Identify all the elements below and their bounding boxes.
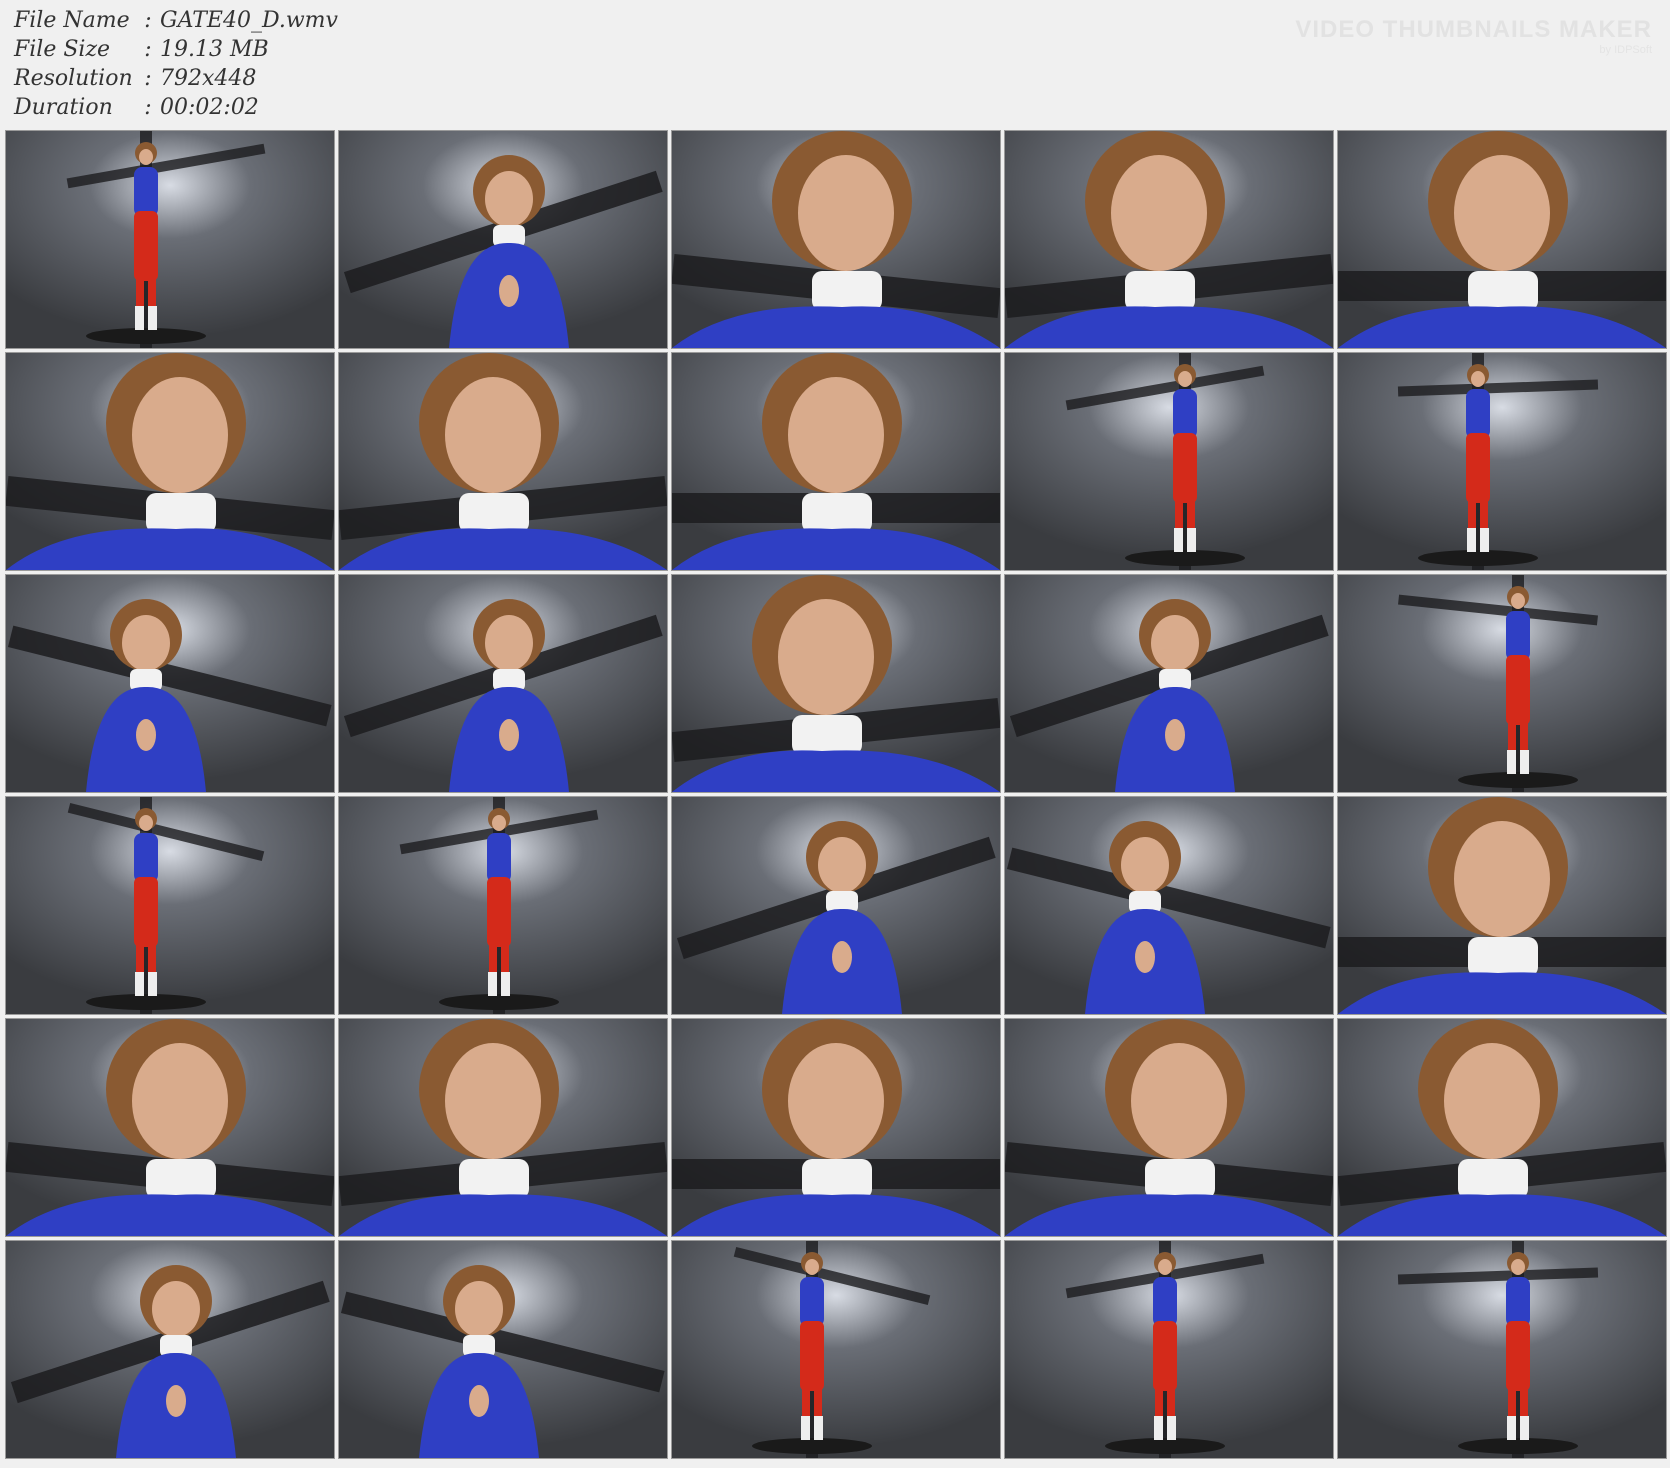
file-name-row: File Name : GATE40_D.wmv [14,6,338,35]
video-thumbnail [671,1018,1001,1237]
video-thumbnail [338,352,668,571]
resolution-value: 792x448 [160,66,257,91]
thumbnail-frame [1338,797,1666,1014]
thumbnail-frame [1338,353,1666,570]
resolution-label: Resolution [14,66,133,91]
thumbnail-frame [1338,1241,1666,1458]
watermark: VIDEO THUMBNAILS MAKER by IDPSoft [1295,18,1652,60]
thumbnail-frame [1005,575,1333,792]
thumbnail-frame [6,797,334,1014]
thumbnail-frame [1005,131,1333,348]
video-thumbnail [1337,574,1667,793]
video-thumbnail [1337,130,1667,349]
video-thumbnail [1004,352,1334,571]
thumbnail-frame [1005,1019,1333,1236]
file-info-panel: File Name : GATE40_D.wmv File Size : 19.… [14,6,338,122]
video-thumbnail [1004,130,1334,349]
file-size-value: 19.13 MB [160,37,269,62]
video-thumbnail [671,352,1001,571]
thumbnail-frame [339,1241,667,1458]
thumbnail-frame [672,131,1000,348]
thumbnail-sheet: File Name : GATE40_D.wmv File Size : 19.… [0,0,1670,1468]
watermark-sub: by IDPSoft [1599,44,1652,56]
thumbnail-grid [5,130,1667,1459]
duration-value: 00:02:02 [160,95,259,120]
video-thumbnail [5,352,335,571]
video-thumbnail [338,796,668,1015]
thumbnail-frame [339,797,667,1014]
video-thumbnail [1337,1018,1667,1237]
video-thumbnail [1337,352,1667,571]
thumbnail-frame [6,353,334,570]
file-name-value: GATE40_D.wmv [160,8,338,33]
thumbnail-frame [1005,1241,1333,1458]
video-thumbnail [671,574,1001,793]
video-thumbnail [5,1240,335,1459]
thumbnail-frame [339,1019,667,1236]
file-size-label: File Size [14,37,111,62]
watermark-title: VIDEO THUMBNAILS MAKER [1295,16,1652,43]
thumbnail-frame [1005,797,1333,1014]
thumbnail-frame [6,575,334,792]
video-thumbnail [1004,796,1334,1015]
thumbnail-frame [1338,131,1666,348]
video-thumbnail [338,1240,668,1459]
thumbnail-frame [1338,1019,1666,1236]
thumbnail-frame [6,1241,334,1458]
thumbnail-frame [672,1019,1000,1236]
video-thumbnail [5,130,335,349]
separator: : [144,95,152,120]
thumbnail-frame [672,1241,1000,1458]
separator: : [144,37,152,62]
video-thumbnail [5,574,335,793]
video-thumbnail [5,796,335,1015]
video-thumbnail [671,796,1001,1015]
thumbnail-frame [1005,353,1333,570]
video-thumbnail [1337,796,1667,1015]
thumbnail-frame [1338,575,1666,792]
video-thumbnail [1004,1018,1334,1237]
file-name-label: File Name [14,8,130,33]
separator: : [144,8,152,33]
video-thumbnail [671,1240,1001,1459]
video-thumbnail [338,574,668,793]
video-thumbnail [1004,1240,1334,1459]
separator: : [144,66,152,91]
duration-row: Duration : 00:02:02 [14,93,338,122]
thumbnail-frame [672,575,1000,792]
thumbnail-frame [6,1019,334,1236]
thumbnail-frame [672,353,1000,570]
video-thumbnail [1004,574,1334,793]
video-thumbnail [338,1018,668,1237]
thumbnail-frame [339,131,667,348]
video-thumbnail [5,1018,335,1237]
video-thumbnail [671,130,1001,349]
video-thumbnail [1337,1240,1667,1459]
video-thumbnail [338,130,668,349]
thumbnail-frame [339,575,667,792]
resolution-row: Resolution : 792x448 [14,64,338,93]
duration-label: Duration [14,95,113,120]
thumbnail-frame [6,131,334,348]
file-size-row: File Size : 19.13 MB [14,35,338,64]
thumbnail-frame [339,353,667,570]
thumbnail-frame [672,797,1000,1014]
